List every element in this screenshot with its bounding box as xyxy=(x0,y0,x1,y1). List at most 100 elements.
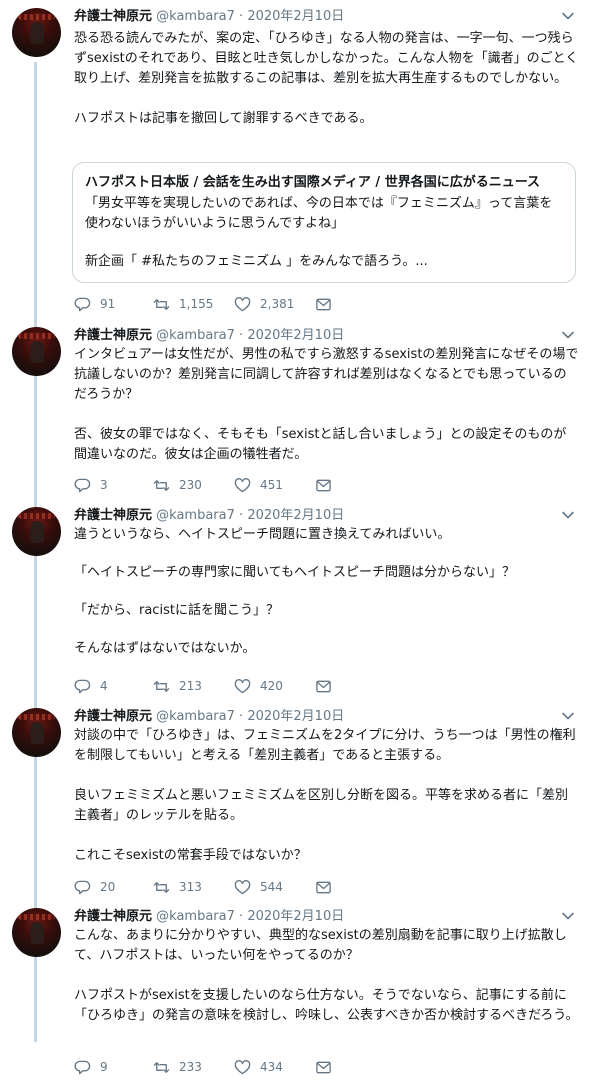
chevron-down-icon[interactable] xyxy=(560,8,576,24)
separator: · xyxy=(239,909,244,924)
tweet-text: 違うというなら、ヘイトスピーチ問題に置き換えてみればいい。 「ヘイトスピーチの専… xyxy=(74,525,579,659)
reply-icon xyxy=(74,679,91,693)
heart-icon xyxy=(234,1059,251,1074)
link-card[interactable]: ハフポスト日本版 / 会話を生み出す国際メディア / 世界各国に広がるニュース … xyxy=(72,162,576,283)
avatar[interactable] xyxy=(12,327,61,376)
like-button[interactable]: 451 xyxy=(234,476,283,494)
tweet-header: 弁護士神原元 @kambara7 · 2020年2月10日 xyxy=(74,327,344,345)
tweet-header: 弁護士神原元 @kambara7 · 2020年2月10日 xyxy=(74,507,344,525)
direct-message-button[interactable] xyxy=(315,1058,332,1076)
reply-button[interactable]: 91 xyxy=(74,295,115,313)
tweet-paragraph: こんな、あまりに分かりやすい、典型的なsexistの差別扇動を記事に取り上げ拡散… xyxy=(74,928,567,963)
reply-count: 3 xyxy=(100,478,108,492)
display-name[interactable]: 弁護士神原元 xyxy=(74,9,152,24)
tweet-date[interactable]: 2020年2月10日 xyxy=(247,709,344,724)
retweet-button[interactable]: 213 xyxy=(153,677,202,695)
envelope-icon xyxy=(316,680,331,692)
chevron-down-icon[interactable] xyxy=(560,507,576,523)
chevron-down-icon[interactable] xyxy=(560,327,576,343)
heart-icon xyxy=(234,296,251,311)
retweet-count: 213 xyxy=(179,679,202,693)
reply-button[interactable]: 4 xyxy=(74,677,108,695)
display-name[interactable]: 弁護士神原元 xyxy=(74,709,152,724)
avatar[interactable] xyxy=(12,507,61,556)
link-card-description: 「男女平等を実現したいのであれば、今の日本では『フェミニズム』って言葉を使わない… xyxy=(85,194,563,272)
reply-count: 9 xyxy=(100,1060,108,1074)
retweet-button[interactable]: 230 xyxy=(153,476,202,494)
direct-message-button[interactable] xyxy=(315,476,332,494)
direct-message-button[interactable] xyxy=(315,677,332,695)
direct-message-button[interactable] xyxy=(315,295,332,313)
avatar[interactable] xyxy=(12,908,61,957)
display-name[interactable]: 弁護士神原元 xyxy=(74,508,152,523)
separator: · xyxy=(239,328,244,343)
reply-button[interactable]: 20 xyxy=(74,878,115,896)
envelope-icon xyxy=(316,298,331,310)
like-button[interactable]: 420 xyxy=(234,677,283,695)
reply-icon xyxy=(74,1060,91,1074)
tweet-date[interactable]: 2020年2月10日 xyxy=(247,909,344,924)
display-name[interactable]: 弁護士神原元 xyxy=(74,328,152,343)
heart-icon xyxy=(234,678,251,693)
user-handle[interactable]: @kambara7 xyxy=(156,328,235,343)
tweet-paragraph: 「ヘイトスピーチの専門家に聞いてもヘイトスピーチ問題は分からない」？ xyxy=(74,565,515,580)
reply-button[interactable]: 9 xyxy=(74,1058,108,1076)
avatar[interactable] xyxy=(12,8,61,57)
retweet-button[interactable]: 233 xyxy=(153,1058,202,1076)
user-handle[interactable]: @kambara7 xyxy=(156,508,235,523)
like-count: 434 xyxy=(260,1060,283,1074)
retweet-count: 230 xyxy=(179,478,202,492)
like-count: 420 xyxy=(260,679,283,693)
retweet-icon xyxy=(153,881,170,893)
reply-button[interactable]: 3 xyxy=(74,476,108,494)
retweet-icon xyxy=(153,1061,170,1073)
user-handle[interactable]: @kambara7 xyxy=(156,9,235,24)
user-handle[interactable]: @kambara7 xyxy=(156,709,235,724)
envelope-icon xyxy=(316,881,331,893)
retweet-count: 233 xyxy=(179,1060,202,1074)
retweet-icon xyxy=(153,680,170,692)
link-card-title: ハフポスト日本版 / 会話を生み出す国際メディア / 世界各国に広がるニュース xyxy=(85,175,541,190)
chevron-down-icon[interactable] xyxy=(560,708,576,724)
tweet-paragraph: ハフポストがsexistを支援したいのなら仕方ない。そうでないなら、記事にする前… xyxy=(74,988,579,1023)
reply-count: 4 xyxy=(100,679,108,693)
user-handle[interactable]: @kambara7 xyxy=(156,909,235,924)
reply-icon xyxy=(74,478,91,492)
tweet-paragraph: 「だから、racistに話を聞こう」？ xyxy=(74,603,279,618)
tweet-text: こんな、あまりに分かりやすい、典型的なsexistの差別扇動を記事に取り上げ拡散… xyxy=(74,926,579,1026)
tweet-paragraph: そんなはずはないではないか。 xyxy=(74,641,256,656)
reply-icon xyxy=(74,297,91,311)
like-count: 2,381 xyxy=(260,297,295,311)
reply-count: 20 xyxy=(100,880,116,894)
heart-icon xyxy=(234,477,251,492)
like-button[interactable]: 544 xyxy=(234,878,283,896)
tweet-paragraph: インタビュアーは女性だが、男性の私ですら激怒するsexistの差別発言になぜその… xyxy=(74,347,579,402)
display-name[interactable]: 弁護士神原元 xyxy=(74,909,152,924)
retweet-count: 1,155 xyxy=(179,297,214,311)
tweet-header: 弁護士神原元 @kambara7 · 2020年2月10日 xyxy=(74,8,344,26)
avatar[interactable] xyxy=(12,708,61,757)
chevron-down-icon[interactable] xyxy=(560,908,576,924)
tweet-paragraph: 対談の中で「ひろゆき」は、フェミニズムを2タイプに分け、うち一つは「男性の権利を… xyxy=(74,728,576,763)
link-card-paragraph: 「男女平等を実現したいのであれば、今の日本では『フェミニズム』って言葉を使わない… xyxy=(85,196,553,231)
tweet-date[interactable]: 2020年2月10日 xyxy=(247,9,344,24)
tweet-text: 対談の中で「ひろゆき」は、フェミニズムを2タイプに分け、うち一つは「男性の権利を… xyxy=(74,726,579,866)
tweet-text: 恐る恐る読んでみたが、案の定、「ひろゆき」なる人物の発言は、一字一句、一つ残らず… xyxy=(74,29,579,129)
tweet-paragraph: ハフポストは記事を撤回して謝罪するべきである。 xyxy=(74,111,373,126)
link-card-paragraph: 新企画「 #私たちのフェミニズム 」をみんなで語ろう。... xyxy=(85,254,428,269)
reply-count: 91 xyxy=(100,297,116,311)
tweet-paragraph: 恐る恐る読んでみたが、案の定、「ひろゆき」なる人物の発言は、一字一句、一つ残らず… xyxy=(74,31,579,86)
like-count: 451 xyxy=(260,478,283,492)
envelope-icon xyxy=(316,1061,331,1073)
direct-message-button[interactable] xyxy=(315,878,332,896)
retweet-button[interactable]: 313 xyxy=(153,878,202,896)
tweet-date[interactable]: 2020年2月10日 xyxy=(247,508,344,523)
tweet-text: インタビュアーは女性だが、男性の私ですら激怒するsexistの差別発言になぜその… xyxy=(74,345,579,465)
retweet-button[interactable]: 1,155 xyxy=(153,295,213,313)
like-button[interactable]: 434 xyxy=(234,1058,283,1076)
separator: · xyxy=(239,709,244,724)
like-button[interactable]: 2,381 xyxy=(234,295,294,313)
tweet-date[interactable]: 2020年2月10日 xyxy=(247,328,344,343)
separator: · xyxy=(239,9,244,24)
tweet-paragraph: 違うというなら、ヘイトスピーチ問題に置き換えてみればいい。 xyxy=(74,527,451,542)
